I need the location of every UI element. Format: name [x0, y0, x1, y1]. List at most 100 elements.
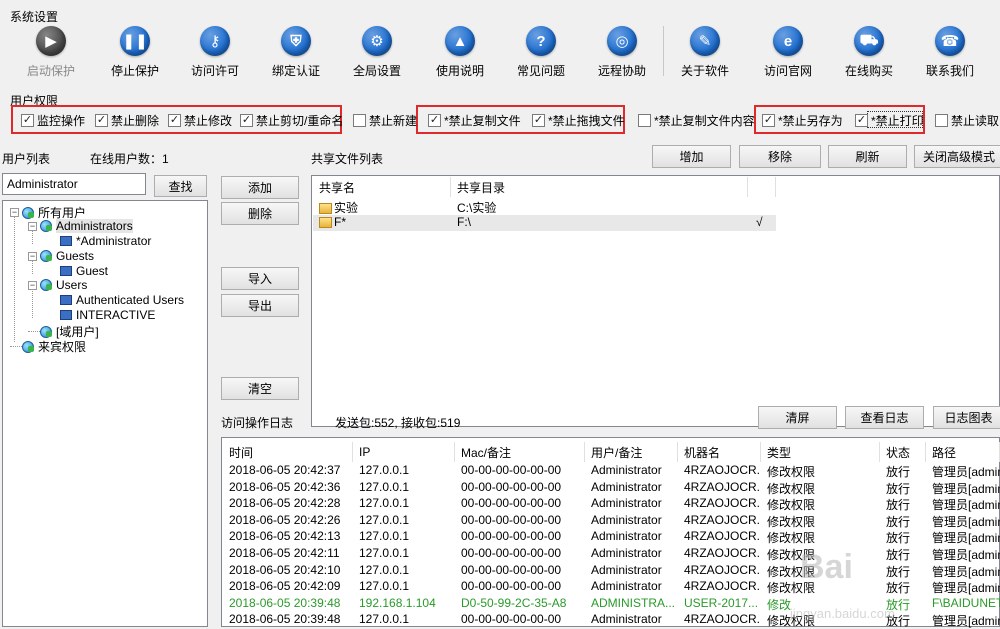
- collapse-toggle-icon[interactable]: −: [28, 251, 37, 261]
- shared-folder-icon: [319, 217, 332, 228]
- log-col-header[interactable]: 机器名: [678, 442, 761, 462]
- permission-checkbox-5[interactable]: ✓ *禁止复制文件: [428, 112, 521, 129]
- toolbar-notepad-button[interactable]: ✎ 关于软件: [665, 22, 745, 79]
- mortarboard-icon: ▲: [445, 26, 475, 56]
- log-cell-ip: 127.0.0.1: [359, 479, 410, 494]
- tree-node[interactable]: 来宾权限: [10, 338, 86, 355]
- log-cell-type: 修改权限: [767, 531, 816, 546]
- toolbar-shield-button[interactable]: ⛨ 绑定认证: [256, 22, 336, 79]
- log-cell-machine: 4RZAOJOCR...: [684, 546, 761, 560]
- permission-checkbox-1[interactable]: ✓ 禁止删除: [95, 112, 159, 129]
- checkbox-box[interactable]: ✓: [428, 114, 441, 127]
- user-search-input[interactable]: Administrator: [2, 173, 146, 195]
- user-computer-icon: [60, 295, 72, 305]
- log-cell-ip: 127.0.0.1: [359, 612, 410, 627]
- toolbar-question-button[interactable]: ? 常见问题: [501, 22, 581, 79]
- tree-node[interactable]: − Guests: [28, 249, 94, 263]
- shared-folder-icon: [319, 203, 332, 214]
- toolbar-phone-button[interactable]: ☎ 联系我们: [910, 22, 990, 79]
- delete-user-button[interactable]: 删除: [221, 202, 299, 225]
- log-col-header[interactable]: IP: [353, 442, 455, 462]
- browser-e-icon: e: [773, 26, 803, 56]
- log-cell-path: 管理员[admin: [932, 531, 1000, 546]
- tree-node[interactable]: Guest: [60, 264, 108, 278]
- log-col-header[interactable]: Mac/备注: [455, 442, 585, 462]
- log-chart-button[interactable]: 日志图表: [933, 406, 1000, 429]
- checkbox-box[interactable]: ✓: [532, 114, 545, 127]
- share-name-cell[interactable]: 实验: [313, 199, 451, 216]
- tree-node[interactable]: Authenticated Users: [60, 293, 184, 307]
- checkbox-box[interactable]: [638, 114, 651, 127]
- log-cell-ip: 127.0.0.1: [359, 496, 410, 511]
- view-log-button[interactable]: 查看日志: [845, 406, 924, 429]
- log-col-header[interactable]: 状态: [880, 442, 926, 462]
- checkbox-box[interactable]: ✓: [855, 114, 868, 127]
- toolbar-browser-e-button[interactable]: e 访问官网: [748, 22, 828, 79]
- log-cell-path: 管理员[admin: [932, 481, 1000, 496]
- checkbox-box[interactable]: [935, 114, 948, 127]
- log-cell-machine: 4RZAOJOCR...: [684, 479, 761, 494]
- share-col-mark[interactable]: [748, 177, 776, 197]
- log-col-header[interactable]: 路径: [926, 442, 1000, 462]
- log-cell-ip: 127.0.0.1: [359, 463, 410, 477]
- checkbox-box[interactable]: ✓: [240, 114, 253, 127]
- log-col-header[interactable]: 用户/备注: [585, 442, 678, 462]
- log-cell-user: Administrator: [591, 612, 662, 627]
- toolbar-globe-hand-button[interactable]: ◎ 远程协助: [582, 22, 662, 79]
- toolbar-mortarboard-button[interactable]: ▲ 使用说明: [420, 22, 500, 79]
- toolbar-key-button[interactable]: ⚷ 访问许可: [175, 22, 255, 79]
- log-cell-time: 2018-06-05 20:42:36: [229, 479, 341, 494]
- watermark-logo: Bai: [800, 548, 853, 586]
- share-add-button[interactable]: 增加: [652, 145, 731, 168]
- share-name-cell[interactable]: F*: [313, 215, 451, 229]
- permission-checkbox-10[interactable]: 禁止读取: [935, 112, 999, 129]
- checkbox-box[interactable]: [353, 114, 366, 127]
- permission-checkbox-3[interactable]: ✓ 禁止剪切/重命名: [240, 112, 343, 129]
- toolbar-play-button[interactable]: ▶ 启动保护: [11, 22, 91, 79]
- import-button[interactable]: 导入: [221, 267, 299, 290]
- tree-node-label: Administrators: [56, 219, 133, 233]
- export-button[interactable]: 导出: [221, 294, 299, 317]
- clear-screen-button[interactable]: 清屏: [758, 406, 837, 429]
- checkbox-box[interactable]: ✓: [95, 114, 108, 127]
- user-list-title: 用户列表: [2, 152, 51, 166]
- share-col-name[interactable]: 共享名: [313, 177, 451, 197]
- clear-button[interactable]: 清空: [221, 377, 299, 400]
- permission-checkbox-4[interactable]: 禁止新建: [353, 112, 417, 129]
- toolbar-pause-button[interactable]: ❚❚ 停止保护: [95, 22, 175, 79]
- log-cell-time: 2018-06-05 20:42:13: [229, 529, 341, 544]
- permission-checkbox-9[interactable]: ✓ *禁止打印: [855, 112, 924, 129]
- permission-label: 监控操作: [37, 114, 86, 128]
- permission-checkbox-6[interactable]: ✓ *禁止拖拽文件: [532, 112, 625, 129]
- collapse-toggle-icon[interactable]: −: [28, 280, 37, 290]
- tree-node[interactable]: − Users: [28, 278, 87, 292]
- log-col-header[interactable]: 时间: [223, 442, 353, 462]
- permission-checkbox-0[interactable]: ✓ 监控操作: [21, 112, 85, 129]
- share-col-dir[interactable]: 共享目录: [451, 177, 748, 197]
- permission-checkbox-8[interactable]: ✓ *禁止另存为: [762, 112, 843, 129]
- add-user-button[interactable]: 添加: [221, 176, 299, 199]
- log-cell-machine: 4RZAOJOCR...: [684, 529, 761, 544]
- tree-node[interactable]: *Administrator: [60, 234, 151, 248]
- log-cell-time: 2018-06-05 20:42:26: [229, 512, 341, 527]
- collapse-toggle-icon[interactable]: −: [28, 221, 37, 231]
- checkbox-box[interactable]: ✓: [762, 114, 775, 127]
- permission-checkbox-2[interactable]: ✓ 禁止修改: [168, 112, 232, 129]
- toolbar-cart-button[interactable]: ⛟ 在线购买: [829, 22, 909, 79]
- checkbox-box[interactable]: ✓: [21, 114, 34, 127]
- log-cell-mac: 00-00-00-00-00-00: [461, 529, 562, 544]
- permission-checkbox-7[interactable]: *禁止复制文件内容: [638, 112, 755, 129]
- share-refresh-button[interactable]: 刷新: [828, 145, 907, 168]
- log-col-header[interactable]: 类型: [761, 442, 880, 462]
- collapse-toggle-icon[interactable]: −: [10, 208, 19, 217]
- share-dir-cell: F:\: [457, 215, 471, 229]
- toolbar-gear-button[interactable]: ⚙ 全局设置: [337, 22, 417, 79]
- find-button[interactable]: 查找: [154, 175, 207, 197]
- checkbox-box[interactable]: ✓: [168, 114, 181, 127]
- tree-node[interactable]: INTERACTIVE: [60, 308, 155, 322]
- log-cell-status: 放行: [886, 514, 911, 529]
- close-advanced-mode-button[interactable]: 关闭高级模式: [914, 145, 1000, 168]
- tree-node[interactable]: − Administrators: [28, 219, 133, 233]
- share-remove-button[interactable]: 移除: [739, 145, 821, 168]
- log-cell-mac: 00-00-00-00-00-00: [461, 612, 562, 627]
